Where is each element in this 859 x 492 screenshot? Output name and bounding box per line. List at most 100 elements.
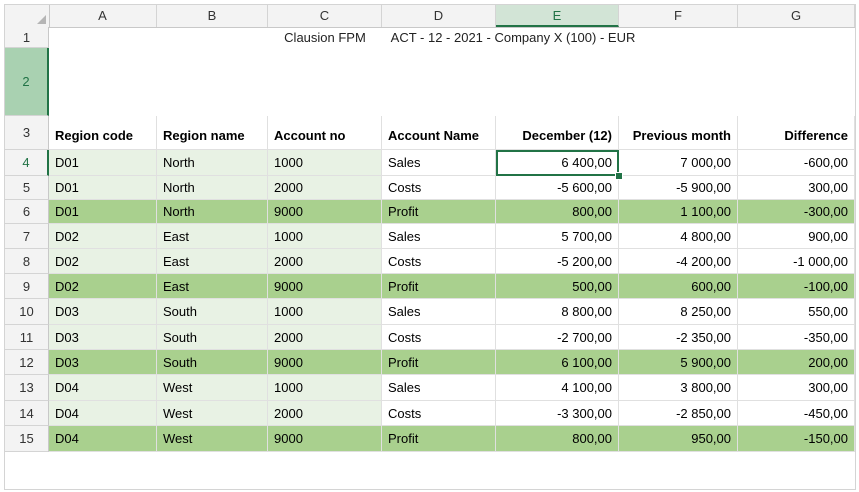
row-header-7[interactable]: 7: [5, 224, 49, 249]
december-cell[interactable]: 500,00: [496, 274, 619, 299]
region-code-cell[interactable]: D03: [49, 299, 157, 325]
december-cell[interactable]: 4 100,00: [496, 375, 619, 401]
region-code-cell[interactable]: D01: [49, 200, 157, 224]
account-no-cell[interactable]: 1000: [268, 224, 382, 249]
row-header-6[interactable]: 6: [5, 200, 49, 224]
difference-cell[interactable]: 900,00: [738, 224, 855, 249]
row-header-5[interactable]: 5: [5, 176, 49, 200]
fill-handle[interactable]: [615, 172, 623, 180]
december-cell[interactable]: -5 600,00: [496, 176, 619, 200]
active-cell-e4[interactable]: 6 400,00: [496, 150, 619, 176]
account-no-cell[interactable]: 1000: [268, 299, 382, 325]
account-no-cell[interactable]: 9000: [268, 350, 382, 375]
difference-cell[interactable]: 300,00: [738, 176, 855, 200]
difference-cell[interactable]: -100,00: [738, 274, 855, 299]
region-name-cell[interactable]: West: [157, 401, 268, 426]
previous-month-cell[interactable]: -5 900,00: [619, 176, 738, 200]
region-name-cell[interactable]: West: [157, 426, 268, 452]
header-cell-previous-month[interactable]: Previous month: [619, 116, 738, 150]
account-name-cell[interactable]: Costs: [382, 249, 496, 274]
column-header-e[interactable]: E: [496, 5, 619, 27]
region-code-cell[interactable]: D02: [49, 224, 157, 249]
row-header-8[interactable]: 8: [5, 249, 49, 274]
account-no-cell[interactable]: 1000: [268, 150, 382, 176]
row-header-2[interactable]: 2: [5, 48, 49, 116]
difference-cell[interactable]: -150,00: [738, 426, 855, 452]
header-cell-region-name[interactable]: Region name: [157, 116, 268, 150]
account-name-cell[interactable]: Costs: [382, 325, 496, 350]
region-code-cell[interactable]: D04: [49, 426, 157, 452]
difference-cell[interactable]: 200,00: [738, 350, 855, 375]
account-name-cell[interactable]: Sales: [382, 224, 496, 249]
difference-cell[interactable]: 550,00: [738, 299, 855, 325]
account-no-cell[interactable]: 9000: [268, 426, 382, 452]
previous-month-cell[interactable]: 1 100,00: [619, 200, 738, 224]
region-name-cell[interactable]: South: [157, 325, 268, 350]
region-code-cell[interactable]: D02: [49, 249, 157, 274]
account-name-cell[interactable]: Profit: [382, 350, 496, 375]
december-cell[interactable]: 5 700,00: [496, 224, 619, 249]
difference-cell[interactable]: 300,00: [738, 375, 855, 401]
difference-cell[interactable]: -450,00: [738, 401, 855, 426]
december-cell[interactable]: -5 200,00: [496, 249, 619, 274]
previous-month-cell[interactable]: 3 800,00: [619, 375, 738, 401]
column-header-a[interactable]: A: [49, 5, 157, 27]
region-name-cell[interactable]: West: [157, 375, 268, 401]
december-cell[interactable]: 8 800,00: [496, 299, 619, 325]
region-name-cell[interactable]: East: [157, 274, 268, 299]
region-name-cell[interactable]: South: [157, 299, 268, 325]
row-header-1[interactable]: 1: [5, 27, 49, 48]
region-name-cell[interactable]: North: [157, 176, 268, 200]
december-cell[interactable]: -3 300,00: [496, 401, 619, 426]
difference-cell[interactable]: -350,00: [738, 325, 855, 350]
account-no-cell[interactable]: 9000: [268, 200, 382, 224]
region-code-cell[interactable]: D01: [49, 150, 157, 176]
region-name-cell[interactable]: North: [157, 200, 268, 224]
region-code-cell[interactable]: D01: [49, 176, 157, 200]
account-name-cell[interactable]: Profit: [382, 426, 496, 452]
region-code-cell[interactable]: D04: [49, 401, 157, 426]
column-header-d[interactable]: D: [382, 5, 496, 27]
previous-month-cell[interactable]: -2 850,00: [619, 401, 738, 426]
region-code-cell[interactable]: D04: [49, 375, 157, 401]
region-name-cell[interactable]: South: [157, 350, 268, 375]
row-header-3[interactable]: 3: [5, 116, 49, 150]
previous-month-cell[interactable]: 8 250,00: [619, 299, 738, 325]
previous-month-cell[interactable]: 7 000,00: [619, 150, 738, 176]
account-no-cell[interactable]: 2000: [268, 176, 382, 200]
account-name-cell[interactable]: Sales: [382, 375, 496, 401]
row-header-12[interactable]: 12: [5, 350, 49, 375]
previous-month-cell[interactable]: -4 200,00: [619, 249, 738, 274]
row-header-9[interactable]: 9: [5, 274, 49, 299]
header-cell-account-name[interactable]: Account Name: [382, 116, 496, 150]
header-cell-december-12[interactable]: December (12): [496, 116, 619, 150]
previous-month-cell[interactable]: 4 800,00: [619, 224, 738, 249]
region-code-cell[interactable]: D03: [49, 350, 157, 375]
row-header-14[interactable]: 14: [5, 401, 49, 426]
difference-cell[interactable]: -300,00: [738, 200, 855, 224]
account-no-cell[interactable]: 1000: [268, 375, 382, 401]
account-no-cell[interactable]: 9000: [268, 274, 382, 299]
account-name-cell[interactable]: Profit: [382, 274, 496, 299]
december-cell[interactable]: 800,00: [496, 200, 619, 224]
previous-month-cell[interactable]: 600,00: [619, 274, 738, 299]
region-name-cell[interactable]: East: [157, 249, 268, 274]
region-code-cell[interactable]: D03: [49, 325, 157, 350]
account-no-cell[interactable]: 2000: [268, 401, 382, 426]
row-header-10[interactable]: 10: [5, 299, 49, 325]
column-header-g[interactable]: G: [738, 5, 855, 27]
region-name-cell[interactable]: East: [157, 224, 268, 249]
header-cell-difference[interactable]: Difference: [738, 116, 855, 150]
account-no-cell[interactable]: 2000: [268, 325, 382, 350]
december-cell[interactable]: 800,00: [496, 426, 619, 452]
december-cell[interactable]: -2 700,00: [496, 325, 619, 350]
row-header-15[interactable]: 15: [5, 426, 49, 452]
account-name-cell[interactable]: Costs: [382, 401, 496, 426]
difference-cell[interactable]: -600,00: [738, 150, 855, 176]
row-header-4[interactable]: 4: [5, 150, 49, 176]
previous-month-cell[interactable]: 950,00: [619, 426, 738, 452]
row-header-13[interactable]: 13: [5, 375, 49, 401]
region-code-cell[interactable]: D02: [49, 274, 157, 299]
previous-month-cell[interactable]: 5 900,00: [619, 350, 738, 375]
account-name-cell[interactable]: Sales: [382, 299, 496, 325]
